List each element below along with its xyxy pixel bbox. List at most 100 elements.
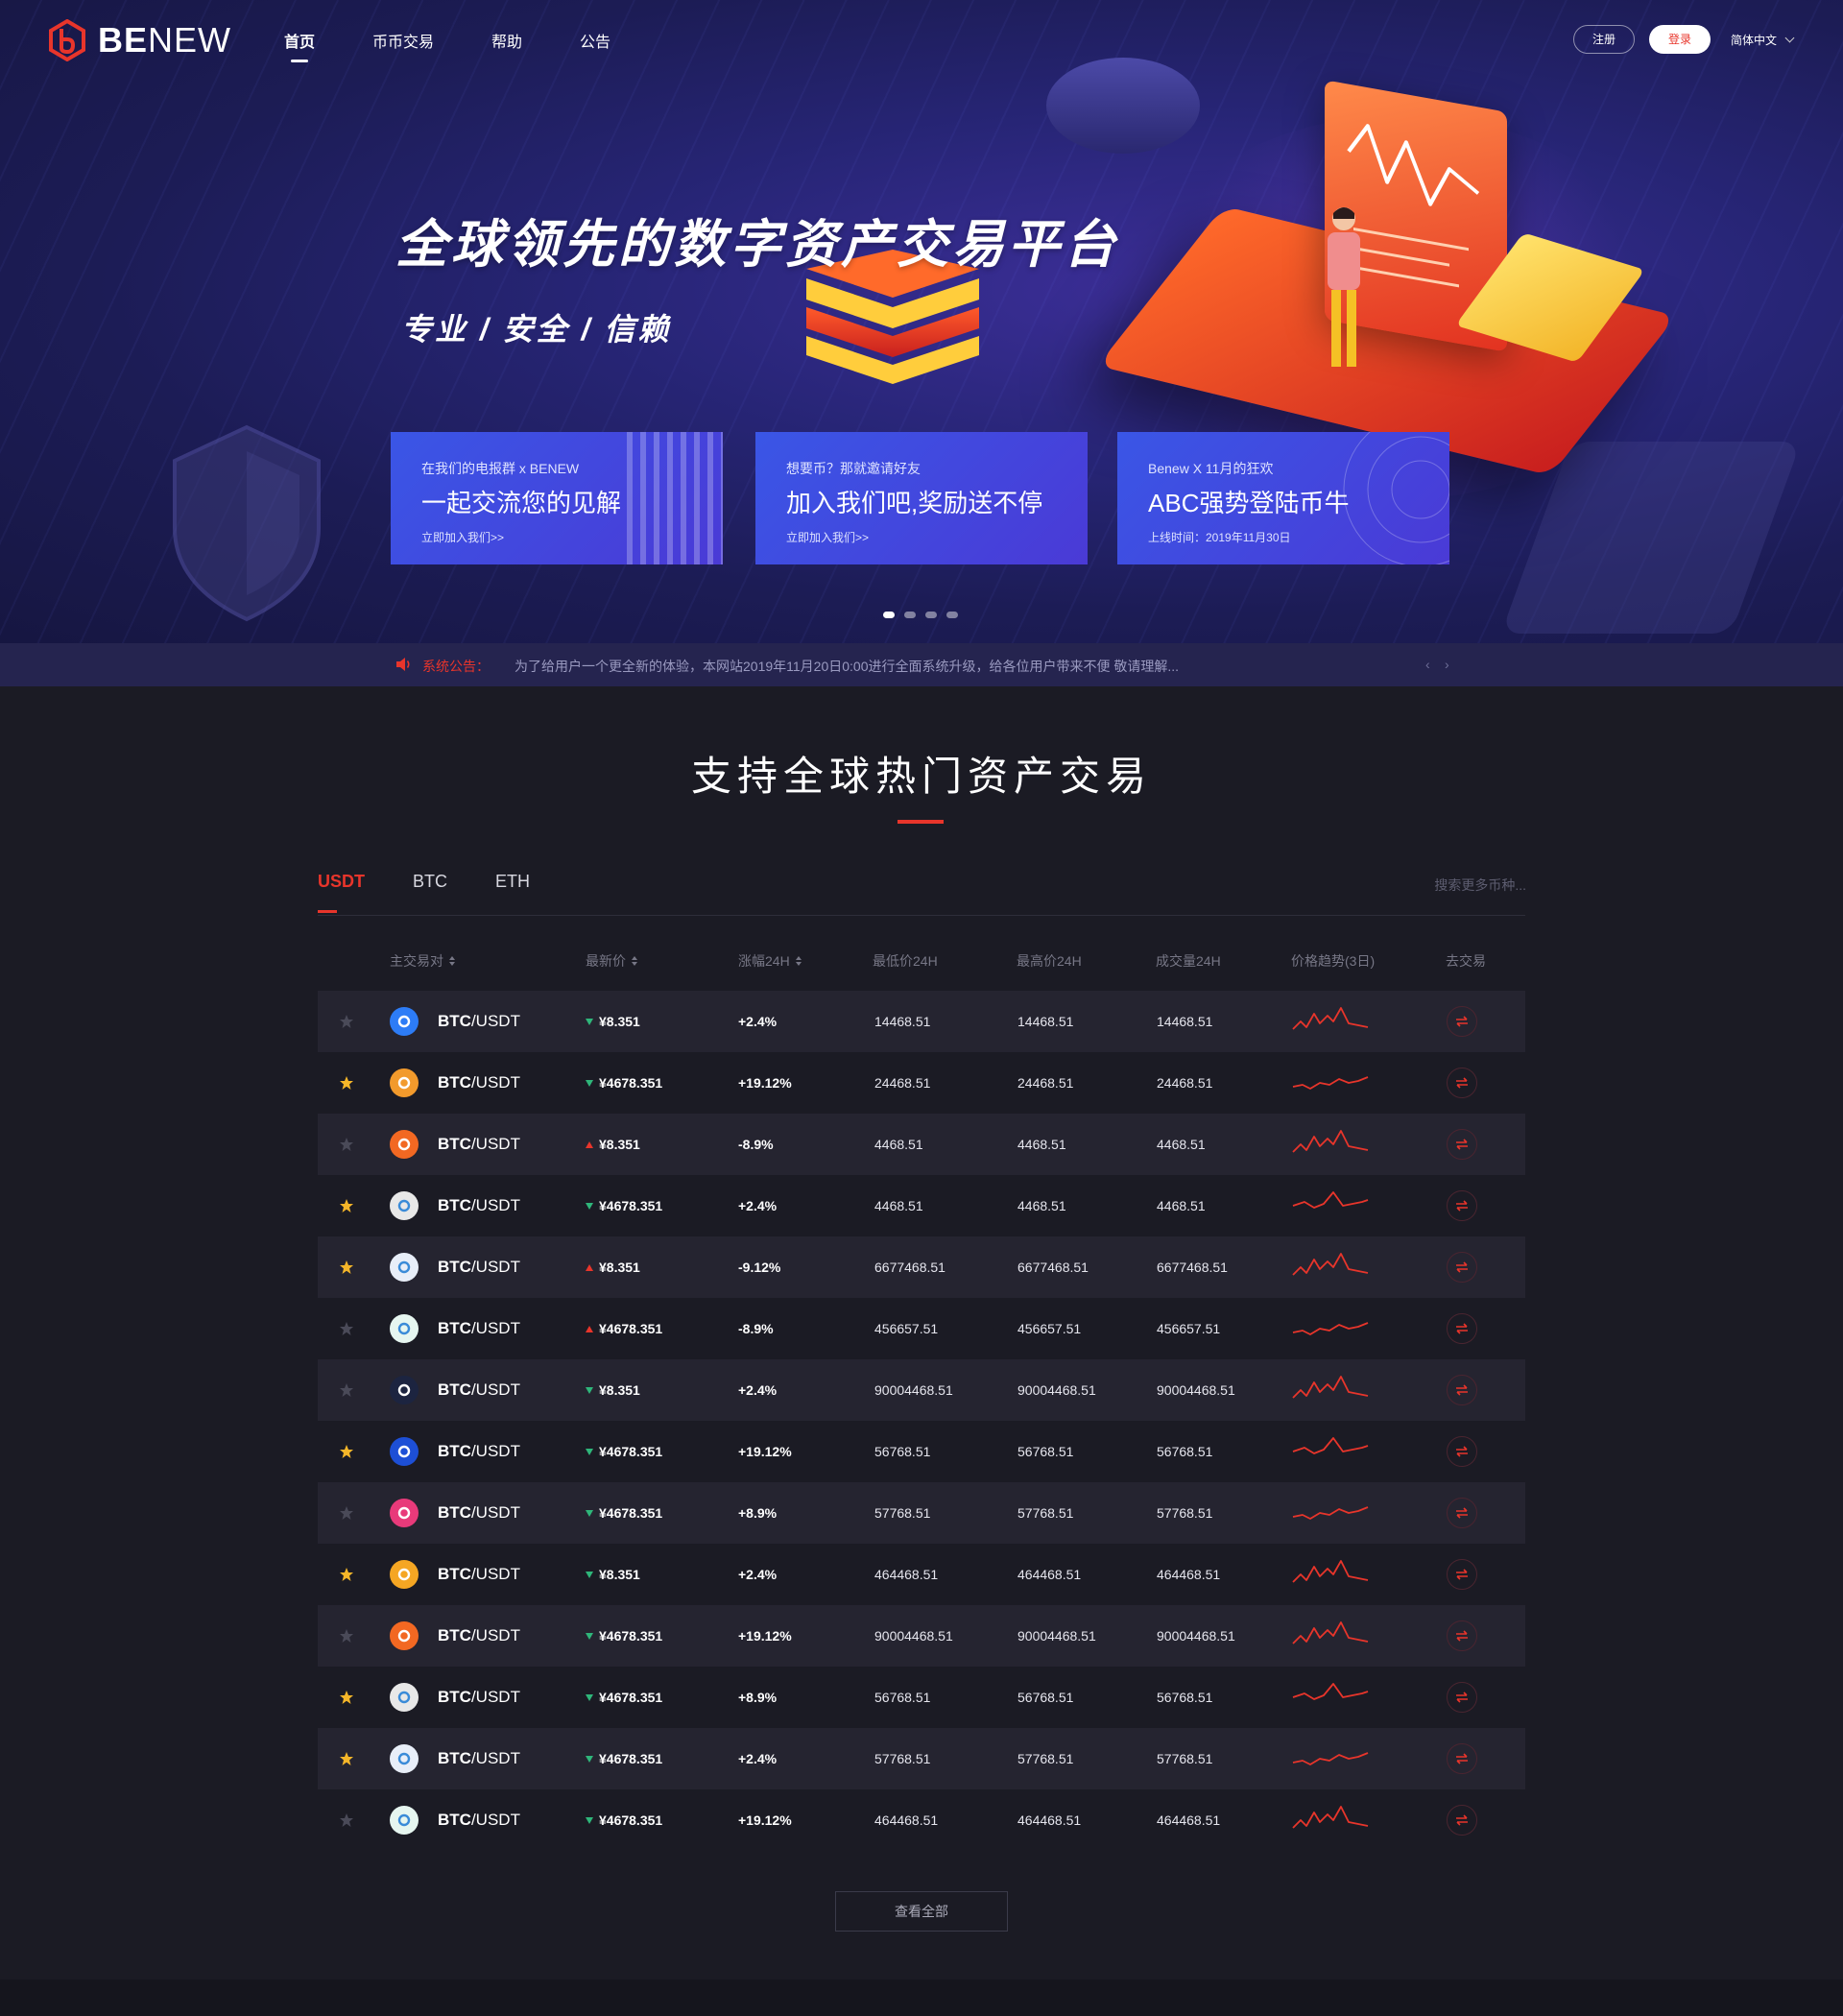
- table-row[interactable]: BTC/USDT ¥4678.351 +19.12% 24468.51 2446…: [318, 1052, 1525, 1114]
- tab-eth[interactable]: ETH: [495, 872, 530, 913]
- go-trade-button[interactable]: [1447, 1252, 1477, 1283]
- nav-item-home[interactable]: 首页: [284, 29, 315, 62]
- star-icon[interactable]: [339, 1014, 354, 1029]
- price-cell: ¥4678.351: [586, 1667, 662, 1728]
- pair-quote: /USDT: [470, 1811, 520, 1829]
- pair-name[interactable]: BTC/USDT: [438, 1789, 520, 1851]
- go-trade-button[interactable]: [1447, 1620, 1477, 1651]
- latest-price: ¥8.351: [586, 1137, 640, 1152]
- table-row[interactable]: BTC/USDT ¥8.351 -8.9% 4468.51 4468.51 44…: [318, 1114, 1525, 1175]
- star-icon[interactable]: [339, 1628, 354, 1644]
- notice-next-button[interactable]: ›: [1445, 657, 1449, 672]
- promo-link[interactable]: 立即加入我们>>: [786, 529, 1057, 545]
- pair-name[interactable]: BTC/USDT: [438, 1728, 520, 1789]
- pair-name[interactable]: BTC/USDT: [438, 1052, 520, 1114]
- table-row[interactable]: BTC/USDT ¥4678.351 +2.4% 4468.51 4468.51…: [318, 1175, 1525, 1236]
- promo-card-listing[interactable]: Benew X 11月的狂欢 ABC强势登陆币牛 上线时间：2019年11月30…: [1117, 432, 1449, 564]
- star-icon[interactable]: [339, 1812, 354, 1828]
- go-trade-button[interactable]: [1447, 1805, 1477, 1836]
- swap-icon: [1456, 1630, 1468, 1642]
- pair-name[interactable]: BTC/USDT: [438, 1175, 520, 1236]
- favorite-cell: [339, 1175, 354, 1236]
- go-trade-button[interactable]: [1447, 1559, 1477, 1590]
- star-filled-icon[interactable]: [339, 1444, 354, 1459]
- table-row[interactable]: BTC/USDT ¥4678.351 +2.4% 57768.51 57768.…: [318, 1728, 1525, 1789]
- star-filled-icon[interactable]: [339, 1260, 354, 1275]
- table-row[interactable]: BTC/USDT ¥8.351 +2.4% 464468.51 464468.5…: [318, 1544, 1525, 1605]
- pair-name[interactable]: BTC/USDT: [438, 991, 520, 1052]
- column-header-pair[interactable]: 主交易对: [390, 951, 456, 971]
- pair-name[interactable]: BTC/USDT: [438, 1298, 520, 1359]
- star-filled-icon[interactable]: [339, 1690, 354, 1705]
- go-trade-button[interactable]: [1447, 1375, 1477, 1405]
- view-all-button[interactable]: 查看全部: [835, 1891, 1008, 1932]
- column-header-change[interactable]: 涨幅24H: [738, 951, 802, 971]
- login-button[interactable]: 登录: [1649, 25, 1711, 54]
- star-filled-icon[interactable]: [339, 1751, 354, 1766]
- change-24h: +19.12%: [738, 1444, 792, 1459]
- carousel-dot[interactable]: [925, 612, 937, 618]
- nav-item-announcements[interactable]: 公告: [580, 29, 610, 52]
- pair-quote: /USDT: [470, 1749, 520, 1767]
- pair-name[interactable]: BTC/USDT: [438, 1605, 520, 1667]
- go-trade-button[interactable]: [1447, 1743, 1477, 1774]
- pair-name[interactable]: BTC/USDT: [438, 1236, 520, 1298]
- table-row[interactable]: BTC/USDT ¥4678.351 +19.12% 90004468.51 9…: [318, 1605, 1525, 1667]
- star-icon[interactable]: [339, 1505, 354, 1521]
- brand-logo[interactable]: BENEW: [48, 19, 231, 61]
- latest-price: ¥4678.351: [586, 1690, 662, 1705]
- column-header-price[interactable]: 最新价: [586, 951, 638, 971]
- pair-name[interactable]: BTC/USDT: [438, 1114, 520, 1175]
- table-row[interactable]: BTC/USDT ¥8.351 -9.12% 6677468.51 667746…: [318, 1236, 1525, 1298]
- pair-base: BTC: [438, 1012, 471, 1030]
- star-filled-icon[interactable]: [339, 1198, 354, 1213]
- promo-card-telegram[interactable]: 在我们的电报群 x BENEW 一起交流您的见解 立即加入我们>>: [391, 432, 723, 564]
- promo-card-invite[interactable]: 想要币？那就邀请好友 加入我们吧,奖励送不停 立即加入我们>>: [755, 432, 1088, 564]
- carousel-dot[interactable]: [904, 612, 916, 618]
- star-icon[interactable]: [339, 1137, 354, 1152]
- star-icon[interactable]: [339, 1382, 354, 1398]
- carousel-dot[interactable]: [946, 612, 958, 618]
- tab-usdt[interactable]: USDT: [318, 872, 365, 913]
- table-row[interactable]: BTC/USDT ¥8.351 +2.4% 14468.51 14468.51 …: [318, 991, 1525, 1052]
- go-trade-button[interactable]: [1447, 1313, 1477, 1344]
- go-trade-button[interactable]: [1447, 1190, 1477, 1221]
- nav-item-help[interactable]: 帮助: [491, 29, 522, 52]
- language-selector[interactable]: 简体中文: [1731, 32, 1795, 48]
- pair-base: BTC: [438, 1503, 471, 1522]
- go-trade-button[interactable]: [1447, 1682, 1477, 1713]
- notice-prev-button[interactable]: ‹: [1425, 657, 1430, 672]
- star-filled-icon[interactable]: [339, 1075, 354, 1091]
- price-value: ¥4678.351: [599, 1444, 663, 1459]
- table-row[interactable]: BTC/USDT ¥8.351 +2.4% 90004468.51 900044…: [318, 1359, 1525, 1421]
- go-trade-button[interactable]: [1447, 1129, 1477, 1160]
- trend-cell: [1291, 1544, 1387, 1605]
- table-row[interactable]: BTC/USDT ¥4678.351 +19.12% 56768.51 5676…: [318, 1421, 1525, 1482]
- register-button[interactable]: 注册: [1573, 25, 1635, 54]
- tab-btc[interactable]: BTC: [413, 872, 447, 913]
- go-trade-button[interactable]: [1447, 1006, 1477, 1037]
- go-trade-button[interactable]: [1447, 1068, 1477, 1098]
- coin-search-input[interactable]: [1373, 874, 1526, 897]
- arrow-down-icon: [586, 1571, 593, 1578]
- promo-headline: 加入我们吧,奖励送不停: [786, 489, 1043, 517]
- change-cell: +2.4%: [738, 991, 777, 1052]
- pair-name[interactable]: BTC/USDT: [438, 1482, 520, 1544]
- table-row[interactable]: BTC/USDT ¥4678.351 -8.9% 456657.51 45665…: [318, 1298, 1525, 1359]
- pair-name[interactable]: BTC/USDT: [438, 1667, 520, 1728]
- go-trade-button[interactable]: [1447, 1436, 1477, 1467]
- pair-name[interactable]: BTC/USDT: [438, 1421, 520, 1482]
- coin-cell: [390, 1605, 419, 1667]
- nav-item-spot-trading[interactable]: 币币交易: [372, 29, 434, 52]
- carousel-dot[interactable]: [883, 612, 895, 618]
- table-row[interactable]: BTC/USDT ¥4678.351 +8.9% 56768.51 56768.…: [318, 1667, 1525, 1728]
- notice-text[interactable]: 为了给用户一个更全新的体验，本网站2019年11月20日0:00进行全面系统升级…: [515, 657, 1179, 676]
- go-trade-button[interactable]: [1447, 1498, 1477, 1528]
- star-icon[interactable]: [339, 1321, 354, 1336]
- table-row[interactable]: BTC/USDT ¥4678.351 +8.9% 57768.51 57768.…: [318, 1482, 1525, 1544]
- table-row[interactable]: BTC/USDT ¥4678.351 +19.12% 464468.51 464…: [318, 1789, 1525, 1851]
- pair-name[interactable]: BTC/USDT: [438, 1544, 520, 1605]
- trade-cell: [1447, 1236, 1477, 1298]
- pair-name[interactable]: BTC/USDT: [438, 1359, 520, 1421]
- star-filled-icon[interactable]: [339, 1567, 354, 1582]
